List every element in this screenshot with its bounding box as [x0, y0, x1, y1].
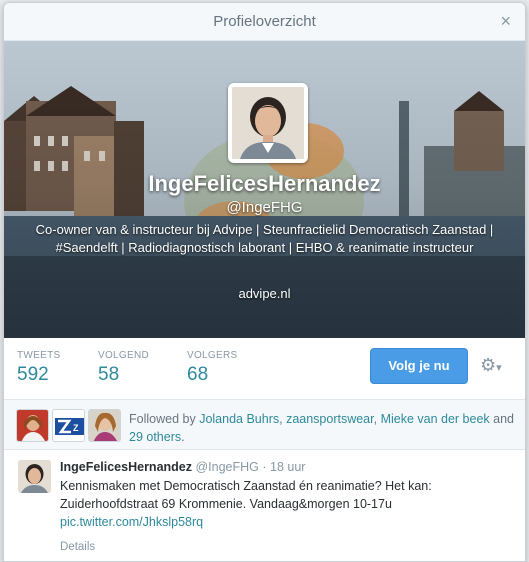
profile-dialog: Profieloverzicht × IngeFelicesHernandez …	[3, 2, 526, 562]
stat-value: 592	[17, 364, 49, 385]
followed-by-text: Followed by Jolanda Buhrs, zaansportswea…	[129, 410, 515, 446]
profile-screen-name: @IngeFHG	[226, 199, 303, 216]
caret-down-icon: ▾	[496, 362, 502, 374]
tweet-author-name[interactable]: IngeFelicesHernandez	[60, 460, 192, 474]
tweet-author-handle[interactable]: @IngeFHG	[195, 460, 258, 474]
profile-full-name: IngeFelicesHernandez	[148, 171, 381, 196]
follower-avatar[interactable]: Z	[52, 409, 85, 442]
tweet-text-content: Kennismaken met Democratisch Zaanstad én…	[60, 479, 432, 511]
tweet-media-link[interactable]: pic.twitter.com/Jhkslp58rq	[60, 515, 203, 529]
others-link[interactable]: 29 others	[129, 430, 181, 444]
follower-link[interactable]: Mieke van der beek	[381, 412, 490, 426]
profile-banner: IngeFelicesHernandez @IngeFHG Co-owner v…	[4, 41, 525, 338]
stat-label: VOLGEND	[98, 350, 150, 361]
stat-label: TWEETS	[17, 350, 61, 361]
stat-followers[interactable]: VOLGERS 68	[187, 350, 237, 386]
dialog-title: Profieloverzicht	[213, 13, 316, 30]
period: .	[181, 430, 185, 444]
and-text: and	[489, 412, 515, 426]
tweet-avatar[interactable]	[18, 460, 51, 493]
profile-photo-icon	[18, 460, 51, 493]
follower-photo-icon	[17, 410, 48, 441]
gear-icon: ⚙	[480, 355, 497, 375]
follow-button[interactable]: Volg je nu	[370, 348, 468, 384]
zaansportswear-logo-icon: Z	[53, 410, 84, 441]
separator: ,	[373, 412, 381, 426]
follower-avatar[interactable]	[16, 409, 49, 442]
follower-link[interactable]: Jolanda Buhrs	[199, 412, 279, 426]
follower-avatar[interactable]	[88, 409, 121, 442]
avatar[interactable]	[228, 83, 308, 163]
stat-tweets[interactable]: TWEETS 592	[17, 350, 60, 386]
dialog-titlebar: Profieloverzicht ×	[4, 3, 525, 41]
svg-text:Z: Z	[73, 423, 79, 433]
tweet-item[interactable]: IngeFelicesHernandez @IngeFHG · 18 uur K…	[4, 450, 525, 553]
tweet-text: Kennismaken met Democratisch Zaanstad én…	[60, 477, 513, 531]
profile-stats: TWEETS 592 VOLGEND 58 VOLGERS 68 Volg je…	[4, 338, 525, 400]
user-actions-button[interactable]: ⚙▾	[480, 351, 514, 379]
profile-bio: Co-owner van & instructeur bij Advipe | …	[35, 222, 494, 255]
follower-photo-icon	[89, 410, 120, 441]
profile-url-link[interactable]: advipe.nl	[4, 286, 525, 301]
tweet-details-link[interactable]: Details	[60, 541, 513, 553]
follower-link[interactable]: zaansportswear	[286, 412, 374, 426]
close-icon[interactable]: ×	[500, 12, 511, 30]
tweet-timestamp[interactable]: · 18 uur	[262, 460, 305, 474]
stat-label: VOLGERS	[187, 350, 238, 361]
stat-following[interactable]: VOLGEND 58	[98, 350, 149, 386]
stat-value: 68	[187, 364, 209, 385]
followed-by-prefix: Followed by	[129, 412, 196, 426]
stat-value: 58	[98, 364, 120, 385]
followed-by-bar: Z Followed by Jolanda Buhrs, zaansportsw…	[4, 400, 525, 450]
tweet-header: IngeFelicesHernandez @IngeFHG · 18 uur	[60, 460, 513, 474]
profile-photo-icon	[232, 87, 304, 159]
